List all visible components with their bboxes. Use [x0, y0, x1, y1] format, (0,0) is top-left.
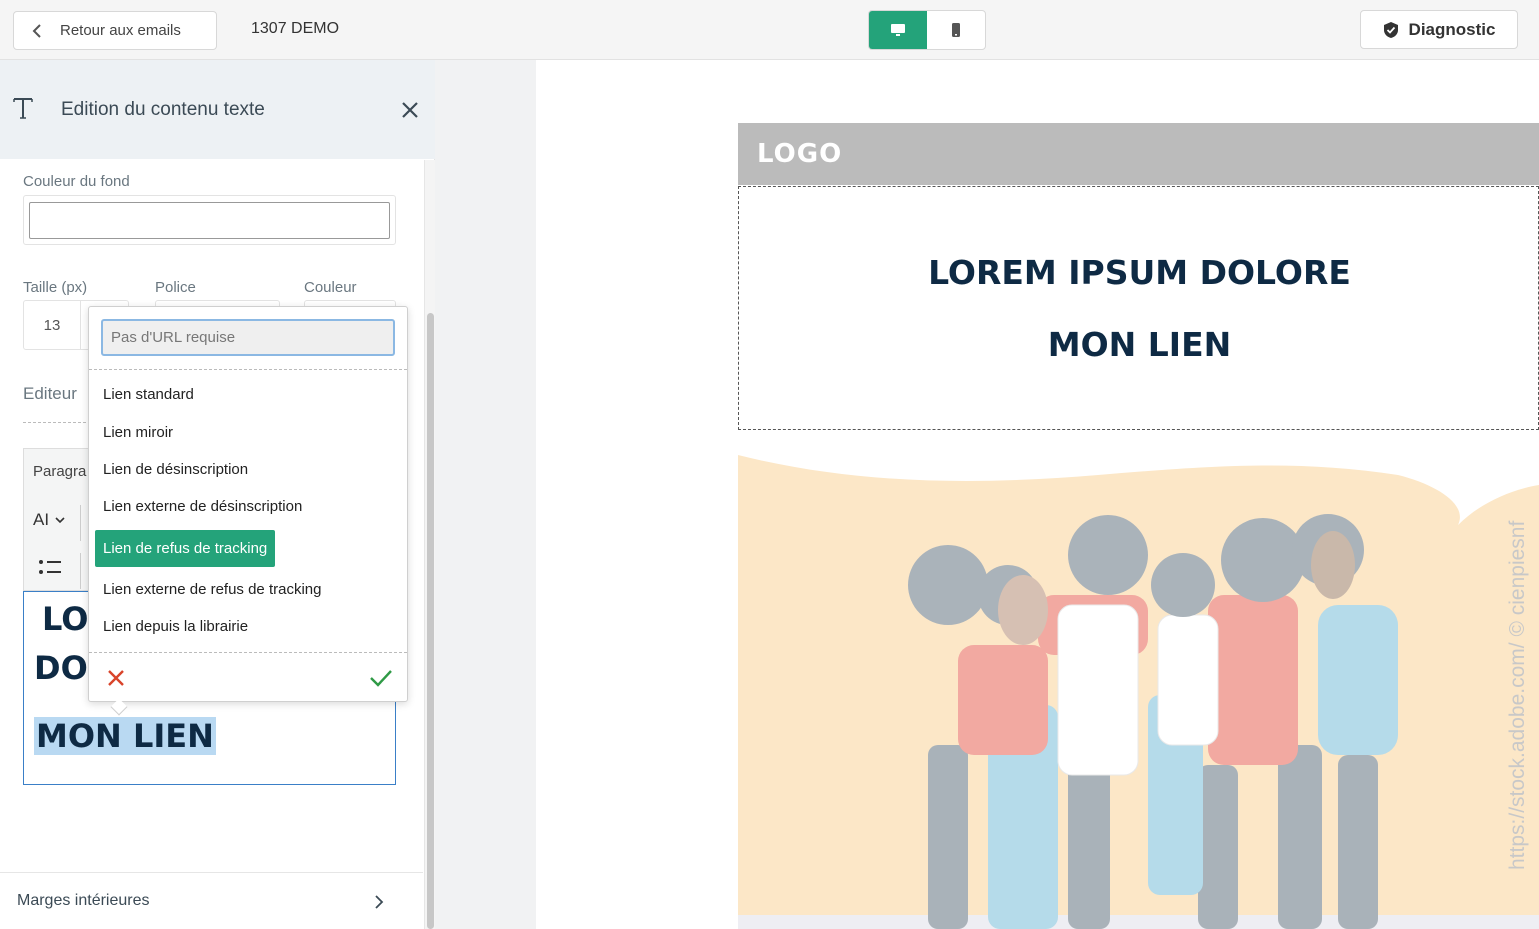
- size-value: 13: [24, 301, 81, 349]
- size-label: Taille (px): [23, 279, 88, 296]
- cancel-icon[interactable]: [107, 669, 125, 692]
- inner-margins-row[interactable]: Marges intérieures: [0, 872, 423, 929]
- toolbar-divider: [80, 553, 81, 589]
- preview-text-block[interactable]: LOREM IPSUM DOLORE MON LIEN: [738, 186, 1539, 430]
- stock-watermark: https://stock.adobe.com/ © cienpiesnf: [1506, 520, 1529, 870]
- link-option-mirror[interactable]: Lien miroir: [103, 424, 173, 441]
- bg-color-label: Couleur du fond: [23, 173, 130, 190]
- group-illustration: [738, 445, 1539, 929]
- panel-header: Edition du contenu texte: [0, 60, 435, 159]
- bullet-list-icon[interactable]: [38, 558, 62, 581]
- selected-link-text[interactable]: MON LIEN: [34, 717, 216, 755]
- desktop-view-button[interactable]: [869, 11, 927, 49]
- color-label: Couleur: [304, 279, 357, 296]
- font-size-icon: AI: [33, 510, 50, 529]
- confirm-check-icon[interactable]: [369, 669, 393, 692]
- link-option-standard[interactable]: Lien standard: [103, 386, 194, 403]
- mobile-view-button[interactable]: [927, 11, 985, 49]
- url-input[interactable]: [101, 319, 395, 356]
- back-button-label: Retour aux emails: [60, 22, 181, 39]
- editor-line-2: DO: [34, 649, 88, 687]
- link-option-library[interactable]: Lien depuis la librairie: [103, 618, 248, 635]
- text-type-icon: [12, 96, 34, 125]
- bg-color-input[interactable]: [29, 202, 390, 239]
- dropdown-divider: [89, 369, 407, 370]
- chevron-left-icon: [14, 23, 60, 38]
- bg-color-field: [23, 195, 396, 245]
- panel-title: Edition du contenu texte: [61, 99, 265, 120]
- top-bar: Retour aux emails 1307 DEMO Diagnostic: [0, 0, 1539, 60]
- paragraph-format-select[interactable]: Paragra: [33, 463, 86, 480]
- font-label: Police: [155, 279, 196, 296]
- back-to-emails-button[interactable]: Retour aux emails: [13, 11, 217, 50]
- editor-divider: [23, 422, 86, 423]
- diagnostic-button[interactable]: Diagnostic: [1360, 10, 1518, 49]
- preview-heading: LOREM IPSUM DOLORE: [928, 253, 1351, 292]
- dropdown-divider: [89, 652, 407, 653]
- link-option-unsubscribe[interactable]: Lien de désinscription: [103, 461, 248, 478]
- toolbar-divider: [80, 505, 81, 541]
- chevron-right-icon: [375, 895, 384, 914]
- chevron-down-icon: [55, 516, 65, 523]
- mobile-icon: [952, 23, 960, 37]
- link-option-external-unsubscribe[interactable]: Lien externe de désinscription: [103, 498, 302, 515]
- email-name: 1307 DEMO: [251, 20, 340, 37]
- panel-scrollbar[interactable]: [424, 160, 435, 929]
- link-type-dropdown: Lien standard Lien miroir Lien de désins…: [88, 306, 408, 716]
- preview-gutter: [436, 60, 536, 929]
- desktop-icon: [891, 24, 905, 36]
- diagnostic-label: Diagnostic: [1408, 19, 1496, 39]
- link-option-external-tracking-refusal[interactable]: Lien externe de refus de tracking: [103, 581, 321, 598]
- view-toggle: [868, 10, 986, 50]
- shield-check-icon: [1383, 21, 1398, 38]
- logo-block[interactable]: LOGO: [738, 123, 1539, 185]
- inner-margins-label: Marges intérieures: [17, 892, 150, 909]
- close-icon[interactable]: [400, 100, 420, 125]
- preview-link[interactable]: MON LIEN: [739, 325, 1539, 364]
- editor-label: Editeur: [23, 384, 77, 403]
- link-option-tracking-refusal[interactable]: Lien de refus de tracking: [95, 530, 276, 567]
- logo-text: LOGO: [757, 139, 843, 169]
- scrollbar-thumb[interactable]: [427, 313, 434, 929]
- font-size-button[interactable]: AI: [33, 510, 65, 530]
- editor-line-1: LO: [42, 600, 89, 638]
